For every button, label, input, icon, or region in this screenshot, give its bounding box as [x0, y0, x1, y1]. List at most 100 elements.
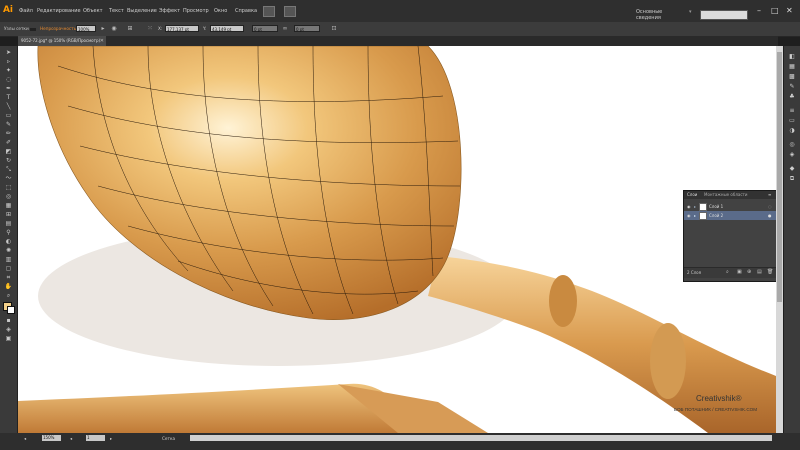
gradient-panel-icon[interactable]: ▭ — [787, 116, 797, 125]
panel-menu-icon[interactable]: ≡ — [768, 192, 771, 197]
swatches-icon[interactable]: ▩ — [787, 72, 797, 81]
magic-wand-icon[interactable]: ✦ — [3, 66, 14, 75]
stroke-swatch-icon[interactable] — [30, 28, 36, 31]
menu-effect[interactable]: Эффект — [159, 8, 180, 14]
opacity-field[interactable]: 100% — [76, 25, 96, 32]
free-transform-icon[interactable]: ⬚ — [3, 183, 14, 192]
width-field[interactable]: 0 pt — [252, 25, 278, 32]
artboards-icon[interactable]: ⧉ — [787, 174, 797, 183]
stroke-swatch[interactable] — [7, 306, 15, 314]
perspective-grid-icon[interactable]: ▦ — [3, 201, 14, 210]
artboard-number-field[interactable]: 1 — [86, 435, 105, 441]
x-field[interactable]: 177,137 pt — [165, 25, 199, 32]
menu-help[interactable]: Справка — [235, 8, 257, 14]
new-sublayer-icon[interactable]: ⊕ — [747, 269, 751, 275]
chevron-down-icon[interactable]: ▸ — [99, 25, 107, 33]
expand-arrow-icon[interactable]: ▸ — [694, 202, 696, 211]
transparency-icon[interactable]: ◑ — [787, 126, 797, 135]
layer-row[interactable]: ◉ ▸ Слой 2 ● — [684, 211, 776, 220]
tab-layers[interactable]: Слои — [687, 192, 697, 197]
type-tool-icon[interactable]: T — [3, 93, 14, 102]
symbols-icon[interactable]: ♣ — [787, 92, 797, 101]
delete-layer-icon[interactable]: 🗑 — [767, 269, 773, 275]
nav-next-button[interactable]: ▸ — [110, 436, 112, 441]
symbol-sprayer-icon[interactable]: ✺ — [3, 246, 14, 255]
layer-name[interactable]: Слой 1 — [709, 202, 723, 211]
close-icon[interactable]: ✕ — [100, 36, 104, 46]
recolor-icon[interactable]: ◉ — [110, 25, 118, 33]
transform-icon[interactable]: ⊡ — [330, 25, 338, 33]
mesh-tool-icon[interactable]: ⊞ — [3, 210, 14, 219]
height-field[interactable]: 0 pt — [294, 25, 320, 32]
bridge-icon[interactable] — [263, 6, 275, 17]
line-tool-icon[interactable]: ╲ — [3, 102, 14, 111]
scale-icon[interactable]: ⤡ — [3, 165, 14, 174]
color-panel-icon[interactable]: ◧ — [787, 52, 797, 61]
y-field[interactable]: 43,149 pt — [210, 25, 244, 32]
arrange-documents-icon[interactable] — [284, 6, 296, 17]
menu-view[interactable]: Просмотр — [183, 8, 209, 14]
zoom-tool-icon[interactable]: ⌕ — [3, 291, 14, 300]
layer-row[interactable]: ◉ ▸ Слой 1 ○ — [684, 202, 776, 211]
pen-tool-icon[interactable]: ✒ — [3, 84, 14, 93]
eye-icon[interactable]: ◉ — [687, 202, 691, 211]
color-mode-icon[interactable]: ▪ — [3, 316, 14, 325]
locate-object-icon[interactable]: ⌕ — [726, 269, 729, 275]
target-icon[interactable]: ● — [768, 211, 772, 220]
direct-selection-tool-icon[interactable]: ▹ — [3, 57, 14, 66]
align-icon[interactable]: ⊞ — [126, 25, 134, 33]
opacity-label[interactable]: Непрозрачность — [40, 26, 76, 31]
appearance-icon[interactable]: ◎ — [787, 140, 797, 149]
reference-point-icon[interactable]: ⁙ — [146, 25, 154, 33]
zoom-field[interactable]: 150% — [42, 435, 61, 441]
clipping-mask-icon[interactable]: ▣ — [737, 269, 742, 275]
eyedropper-icon[interactable]: ⚲ — [3, 228, 14, 237]
document-canvas[interactable] — [18, 46, 776, 433]
pencil-icon[interactable]: ✏ — [3, 129, 14, 138]
blend-tool-icon[interactable]: ◐ — [3, 237, 14, 246]
slice-tool-icon[interactable]: ⌗ — [3, 273, 14, 282]
link-icon[interactable]: ∞ — [281, 25, 289, 33]
rotate-icon[interactable]: ↻ — [3, 156, 14, 165]
menu-select[interactable]: Выделение — [127, 8, 157, 14]
draw-mode-icon[interactable]: ◈ — [3, 325, 14, 334]
gradient-tool-icon[interactable]: ▤ — [3, 219, 14, 228]
blob-brush-icon[interactable]: ✐ — [3, 138, 14, 147]
horizontal-scrollbar[interactable] — [190, 435, 772, 441]
warp-icon[interactable]: 〜 — [3, 174, 14, 183]
stroke-icon[interactable]: ≡ — [787, 106, 797, 115]
menu-window[interactable]: Окно — [214, 8, 227, 14]
search-input[interactable] — [700, 10, 748, 20]
minimize-button[interactable]: – — [757, 6, 761, 15]
eye-icon[interactable]: ◉ — [687, 211, 691, 220]
menu-object[interactable]: Объект — [83, 8, 103, 14]
new-layer-icon[interactable]: ▤ — [757, 269, 762, 275]
eraser-icon[interactable]: ◩ — [3, 147, 14, 156]
chevron-down-icon[interactable]: ▾ — [689, 9, 692, 15]
workspace-switcher[interactable]: Основные сведения — [636, 9, 688, 21]
graphic-styles-icon[interactable]: ◈ — [787, 150, 797, 159]
shape-builder-icon[interactable]: ◎ — [3, 192, 14, 201]
scrollbar-thumb[interactable] — [777, 52, 782, 302]
artboard-tool-icon[interactable]: ▢ — [3, 264, 14, 273]
nav-prev-button[interactable]: ◂ — [70, 436, 72, 441]
menu-edit[interactable]: Редактирование — [37, 8, 81, 14]
menu-type[interactable]: Текст — [109, 8, 124, 14]
layers-icon[interactable]: ◆ — [787, 164, 797, 173]
zoom-prev-icon[interactable]: ◂ — [24, 436, 26, 441]
expand-arrow-icon[interactable]: ▸ — [694, 211, 696, 220]
vertical-scrollbar[interactable] — [776, 46, 783, 433]
screen-mode-icon[interactable]: ▣ — [3, 334, 14, 343]
hand-tool-icon[interactable]: ✋ — [3, 282, 14, 291]
paintbrush-icon[interactable]: ✎ — [3, 120, 14, 129]
selection-tool-icon[interactable]: ➤ — [3, 48, 14, 57]
color-guide-icon[interactable]: ▦ — [787, 62, 797, 71]
column-graph-icon[interactable]: ▥ — [3, 255, 14, 264]
maximize-button[interactable]: □ — [771, 6, 779, 15]
lasso-icon[interactable]: ◌ — [3, 75, 14, 84]
menu-file[interactable]: Файл — [19, 8, 33, 14]
document-tab[interactable]: 9052-72.jpg* @ 150% (RGB/Просмотр) ✕ — [18, 36, 106, 46]
layer-name[interactable]: Слой 2 — [709, 211, 723, 220]
rectangle-tool-icon[interactable]: ▭ — [3, 111, 14, 120]
target-icon[interactable]: ○ — [768, 202, 772, 211]
